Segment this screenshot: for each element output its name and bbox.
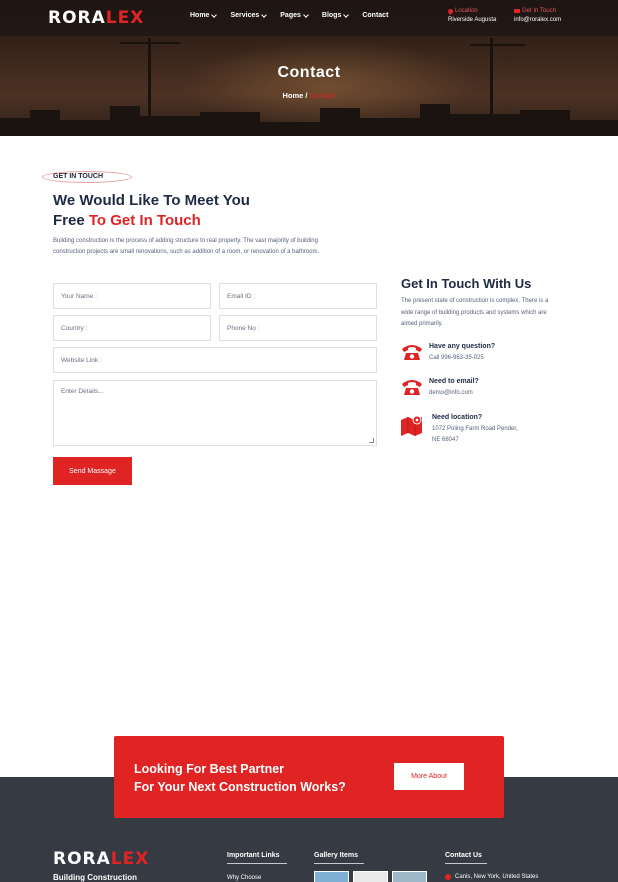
sidebar-text: The present state of construction is com…: [401, 298, 549, 327]
contact-item-title: Need to email?: [429, 378, 479, 385]
location-label: Location: [455, 8, 478, 14]
footer-title-underline: [445, 863, 487, 864]
gallery-thumbnail[interactable]: [392, 871, 427, 882]
cta-line-2: For Your Next Construction Works?: [134, 780, 346, 794]
more-about-button[interactable]: More About: [394, 763, 464, 790]
logo-text-white: RORA: [48, 8, 106, 28]
nav-contact[interactable]: Contact: [362, 12, 388, 19]
nav-home[interactable]: Home: [190, 11, 218, 19]
nav-blogs-label: Blogs: [321, 12, 342, 19]
chevron-down-icon: [211, 11, 218, 18]
phone-icon: [402, 345, 422, 360]
heading-line-2-plain: Free: [53, 212, 85, 229]
nav-home-label: Home: [190, 12, 210, 19]
location-pin-icon: [445, 874, 451, 880]
gallery-thumbnail[interactable]: [314, 871, 349, 882]
location-pin-icon: [446, 7, 455, 15]
location-value: Riverside Augusta: [448, 17, 497, 23]
footer-gallery-title: Gallery Items: [314, 852, 358, 859]
email-value[interactable]: info@roralex.com: [514, 17, 561, 23]
footer-address: Canis, New York, United States: [445, 874, 538, 880]
top-navbar: RORALEX Home Services Pages Blogs Contac…: [0, 0, 618, 36]
nav-services[interactable]: Services: [230, 11, 268, 19]
location-info: Location Riverside Augusta: [446, 7, 497, 23]
nav-contact-label: Contact: [362, 12, 389, 19]
phone-icon: [402, 380, 422, 395]
nav-pages-label: Pages: [280, 12, 301, 19]
breadcrumb-current: Contact: [309, 91, 336, 100]
country-field[interactable]: Country :: [53, 315, 211, 341]
footer-contact-title: Contact Us: [445, 852, 482, 859]
footer-link-why-choose[interactable]: Why Choose: [227, 875, 261, 881]
nav-pages[interactable]: Pages: [280, 11, 309, 19]
cta-banner: Looking For Best Partner For Your Next C…: [114, 736, 504, 818]
footer-links-title: Important Links: [227, 852, 280, 859]
phone-field[interactable]: Phone No :: [219, 315, 377, 341]
website-field[interactable]: Website Link :: [53, 347, 377, 373]
footer-logo-text-red: LEX: [110, 849, 150, 869]
section-intro: Building construction is the process of …: [53, 238, 320, 255]
site-logo[interactable]: RORALEX: [48, 8, 144, 28]
footer-logo[interactable]: RORALEX: [53, 849, 149, 869]
name-field[interactable]: Your Name :: [53, 283, 211, 309]
nav-blogs[interactable]: Blogs: [321, 11, 350, 19]
nav-services-label: Services: [230, 12, 260, 19]
breadcrumb-home[interactable]: Home /: [283, 91, 308, 100]
contact-item-text-line-1: 1072 Poling Farm Road Pender,: [432, 426, 518, 432]
contact-item-text[interactable]: demo@info.com: [429, 388, 473, 399]
logo-text-red: LEX: [105, 8, 145, 28]
map-icon: [401, 415, 422, 436]
heading-line-1: We Would Like To Meet You: [53, 192, 250, 209]
sidebar-title: Get In Touch With Us: [401, 276, 532, 291]
footer-title-underline: [314, 863, 364, 864]
details-placeholder: Enter Details...: [61, 388, 104, 395]
contact-item-title: Need location?: [432, 414, 483, 421]
cta-text: Looking For Best Partner For Your Next C…: [134, 760, 346, 796]
send-message-button[interactable]: Send Massage: [53, 457, 132, 485]
email-label: Get In Touch: [522, 8, 556, 14]
footer-title-underline: [227, 863, 287, 864]
section-heading: We Would Like To Meet You Free To Get In…: [53, 191, 250, 231]
eyebrow-text: GET IN TOUCH: [53, 173, 104, 180]
contact-item-title: Have any question?: [429, 343, 496, 350]
main-nav: Home Services Pages Blogs Contact: [190, 11, 388, 19]
resize-handle-icon[interactable]: [369, 438, 374, 443]
footer-logo-text-white: RORA: [53, 849, 111, 869]
chevron-down-icon: [303, 11, 309, 18]
heading-line-2-accent: To Get In Touch: [88, 212, 201, 229]
footer-contact-column: Contact Us: [445, 852, 487, 864]
chevron-down-icon: [343, 11, 350, 18]
cta-line-1: Looking For Best Partner: [134, 762, 285, 776]
footer-gallery-column: Gallery Items: [314, 852, 364, 864]
gallery-thumbnail[interactable]: [353, 871, 388, 882]
email-field[interactable]: Email ID :: [219, 283, 377, 309]
envelope-icon: [514, 9, 520, 13]
section-eyebrow: GET IN TOUCH: [42, 171, 132, 183]
details-textarea[interactable]: Enter Details...: [53, 380, 377, 446]
page-title: Contact: [277, 64, 341, 81]
footer-tagline: Building Construction: [53, 873, 137, 882]
footer-address-text: Canis, New York, United States: [455, 874, 539, 880]
contact-item-text[interactable]: Call 996-963-35-025: [429, 353, 484, 364]
breadcrumb: Home / Contact: [0, 91, 618, 100]
email-info: Get In Touch info@roralex.com: [514, 8, 561, 23]
contact-item-text-line-2: NE 68047: [432, 437, 459, 443]
chevron-down-icon: [261, 11, 268, 18]
footer-links-column: Important Links: [227, 852, 287, 864]
